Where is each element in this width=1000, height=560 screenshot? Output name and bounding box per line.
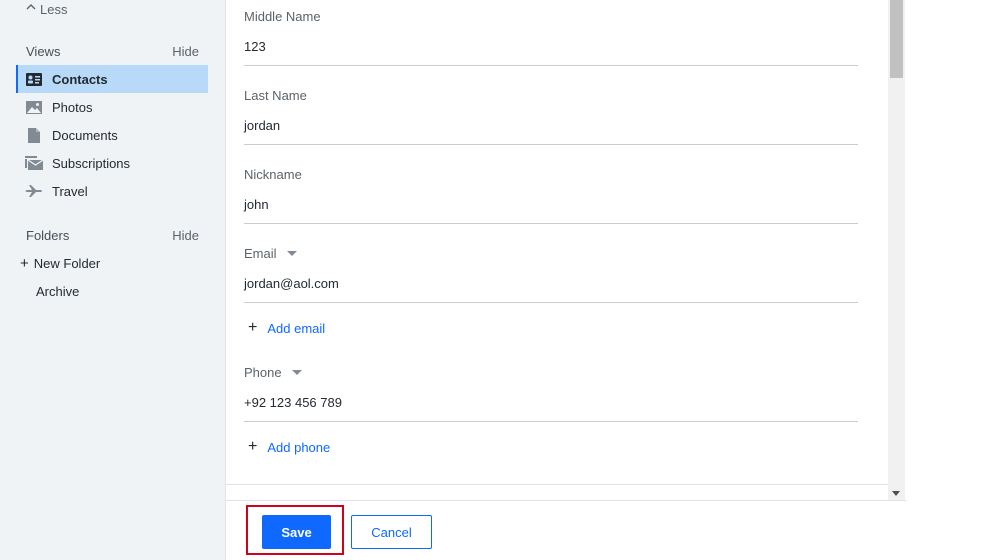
- caret-down-icon: [286, 250, 297, 256]
- sidebar-item-contacts[interactable]: Contacts: [16, 65, 208, 93]
- document-icon: [25, 126, 43, 144]
- email-label: Email: [244, 245, 277, 261]
- add-phone-button[interactable]: + Add phone: [248, 439, 330, 455]
- section-divider: [226, 484, 888, 485]
- folder-label: Archive: [36, 283, 80, 299]
- sidebar-item-label: Travel: [52, 183, 88, 199]
- form-footer: Save Cancel: [226, 500, 906, 560]
- scroll-down-arrow-icon[interactable]: [892, 491, 900, 496]
- sidebar-item-travel[interactable]: Travel: [16, 177, 208, 205]
- last-name-label: Last Name: [244, 87, 307, 103]
- middle-name-label: Middle Name: [244, 8, 321, 24]
- middle-name-field-group: Middle Name 123: [244, 8, 858, 66]
- middle-name-input[interactable]: 123: [244, 37, 858, 66]
- sidebar-item-label: Contacts: [52, 71, 108, 87]
- views-hide-button[interactable]: Hide: [172, 44, 199, 59]
- form-scrollbar[interactable]: [888, 0, 905, 500]
- add-phone-label: Add phone: [267, 439, 331, 455]
- folders-hide-button[interactable]: Hide: [172, 228, 199, 243]
- email-field-group: Email jordan@aol.com: [244, 245, 858, 303]
- last-name-input[interactable]: jordan: [244, 116, 858, 145]
- less-label: Less: [40, 2, 68, 17]
- folders-header: Folders Hide: [26, 226, 199, 244]
- contact-card-icon: [25, 70, 43, 88]
- scrollbar-thumb[interactable]: [890, 0, 903, 78]
- views-header: Views Hide: [26, 42, 199, 60]
- last-name-field-group: Last Name jordan: [244, 87, 858, 145]
- sidebar-item-archive[interactable]: Archive: [36, 280, 79, 302]
- phone-label: Phone: [244, 364, 282, 380]
- sidebar-item-documents[interactable]: Documents: [16, 121, 208, 149]
- cancel-button[interactable]: Cancel: [351, 515, 432, 549]
- right-blank-pane: [906, 0, 1000, 560]
- plus-icon: +: [248, 319, 258, 336]
- plus-icon: +: [20, 254, 29, 272]
- new-folder-button[interactable]: + New Folder: [20, 252, 100, 274]
- image-icon: [25, 98, 43, 116]
- new-folder-label: New Folder: [33, 255, 101, 271]
- sidebar-item-label: Subscriptions: [52, 155, 131, 171]
- phone-type-dropdown[interactable]: Phone: [244, 364, 858, 380]
- subscriptions-icon: [25, 154, 43, 172]
- sidebar-item-subscriptions[interactable]: Subscriptions: [16, 149, 208, 177]
- save-button[interactable]: Save: [262, 515, 331, 549]
- add-email-label: Add email: [267, 320, 326, 336]
- sidebar-item-label: Photos: [52, 99, 93, 115]
- airplane-icon: [25, 182, 43, 200]
- folders-title: Folders: [26, 227, 70, 243]
- email-type-dropdown[interactable]: Email: [244, 245, 858, 261]
- caret-down-icon: [291, 369, 302, 375]
- nickname-field-group: Nickname john: [244, 166, 858, 224]
- email-input[interactable]: jordan@aol.com: [244, 274, 858, 303]
- nickname-label: Nickname: [244, 166, 302, 182]
- phone-field-group: Phone +92 123 456 789: [244, 364, 858, 422]
- add-email-button[interactable]: + Add email: [248, 320, 325, 336]
- less-toggle[interactable]: Less: [26, 2, 67, 17]
- nickname-input[interactable]: john: [244, 195, 858, 224]
- phone-input[interactable]: +92 123 456 789: [244, 393, 858, 422]
- plus-icon: +: [248, 438, 258, 455]
- sidebar-item-photos[interactable]: Photos: [16, 93, 208, 121]
- contact-edit-form: Middle Name 123 Last Name jordan Nicknam…: [226, 0, 906, 500]
- chevron-up-icon: [26, 3, 36, 14]
- sidebar-item-label: Documents: [52, 127, 118, 143]
- views-title: Views: [26, 43, 61, 59]
- sidebar: Less Views Hide Contacts Photos Document…: [0, 0, 226, 560]
